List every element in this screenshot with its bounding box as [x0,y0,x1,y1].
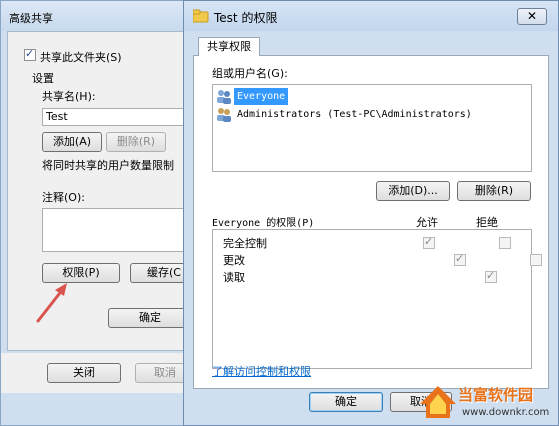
permissions-titlebar: Test 的权限 ✕ [184,1,558,31]
settings-label: 设置 [32,72,54,85]
share-name-label: 共享名(H): [42,90,96,103]
deny-full-control-checkbox[interactable] [498,237,511,249]
close-icon[interactable]: ✕ [517,8,547,25]
share-folder-checkbox[interactable] [24,47,36,61]
users-icon [217,90,231,104]
folder-icon [193,9,209,23]
delete-share-button[interactable]: 删除(R) [106,132,166,152]
advanced-sharing-titlebar: 高级共享 [1,1,189,31]
add-user-button[interactable]: 添加(D)... [376,181,450,201]
advanced-sharing-title: 高级共享 [9,12,53,25]
watermark-logo: 当富软件园 www.downkr.com [418,380,559,426]
share-name-input[interactable]: Test [42,108,192,126]
advanced-sharing-window: 高级共享 共享此文件夹(S) 设置 共享名(H): Test 添加(A) 删除(… [0,0,195,426]
close-button[interactable]: 关闭 [47,363,121,383]
group-users-label: 组或用户名(G): [212,67,288,80]
permission-name: 完全控制 [223,237,267,250]
comment-textarea[interactable] [42,208,192,252]
permissions-table: 完全控制 更改 读取 [212,229,542,369]
access-control-link[interactable]: 了解访问控制和权限 [212,363,311,379]
permissions-window: Test 的权限 ✕ 共享权限 组或用户名(G): Everyone Admin… [183,0,559,426]
advanced-ok-button[interactable]: 确定 [108,308,192,328]
remove-user-button[interactable]: 删除(R) [457,181,531,201]
share-folder-option[interactable]: 共享此文件夹(S) [24,47,122,64]
permission-name: 读取 [223,271,245,284]
allow-full-control-checkbox[interactable] [423,235,435,249]
tab-share-permissions[interactable]: 共享权限 [198,37,260,56]
permissions-header: Everyone 的权限(P) [212,218,315,229]
advanced-footer: 关闭 取消 [1,353,195,393]
allow-header: 允许 [416,216,438,229]
users-list[interactable]: Everyone Administrators (Test-PC\Adminis… [212,84,532,172]
user-limit-text: 将同时共享的用户数量限制 [42,159,174,172]
permissions-title: Test 的权限 [214,11,278,25]
ok-button[interactable]: 确定 [309,392,383,412]
deny-header: 拒绝 [476,216,498,229]
permission-name: 更改 [223,254,245,267]
comment-label: 注释(O): [42,191,85,204]
users-icon [217,108,231,122]
user-name: Administrators (Test-PC\Administrators) [237,109,472,120]
allow-change-checkbox[interactable] [454,252,466,266]
deny-change-checkbox[interactable] [529,254,542,266]
add-share-button[interactable]: 添加(A) [42,132,102,152]
permissions-panel: 组或用户名(G): Everyone Administrators (Test-… [193,55,549,389]
user-name: Everyone [234,88,289,105]
red-arrow-icon [36,283,67,323]
allow-read-checkbox[interactable] [485,269,497,283]
house-logo-icon [420,386,456,418]
watermark-url: www.downkr.com [462,407,550,418]
share-folder-label: 共享此文件夹(S) [40,51,122,64]
watermark-name: 当富软件园 [458,386,534,404]
